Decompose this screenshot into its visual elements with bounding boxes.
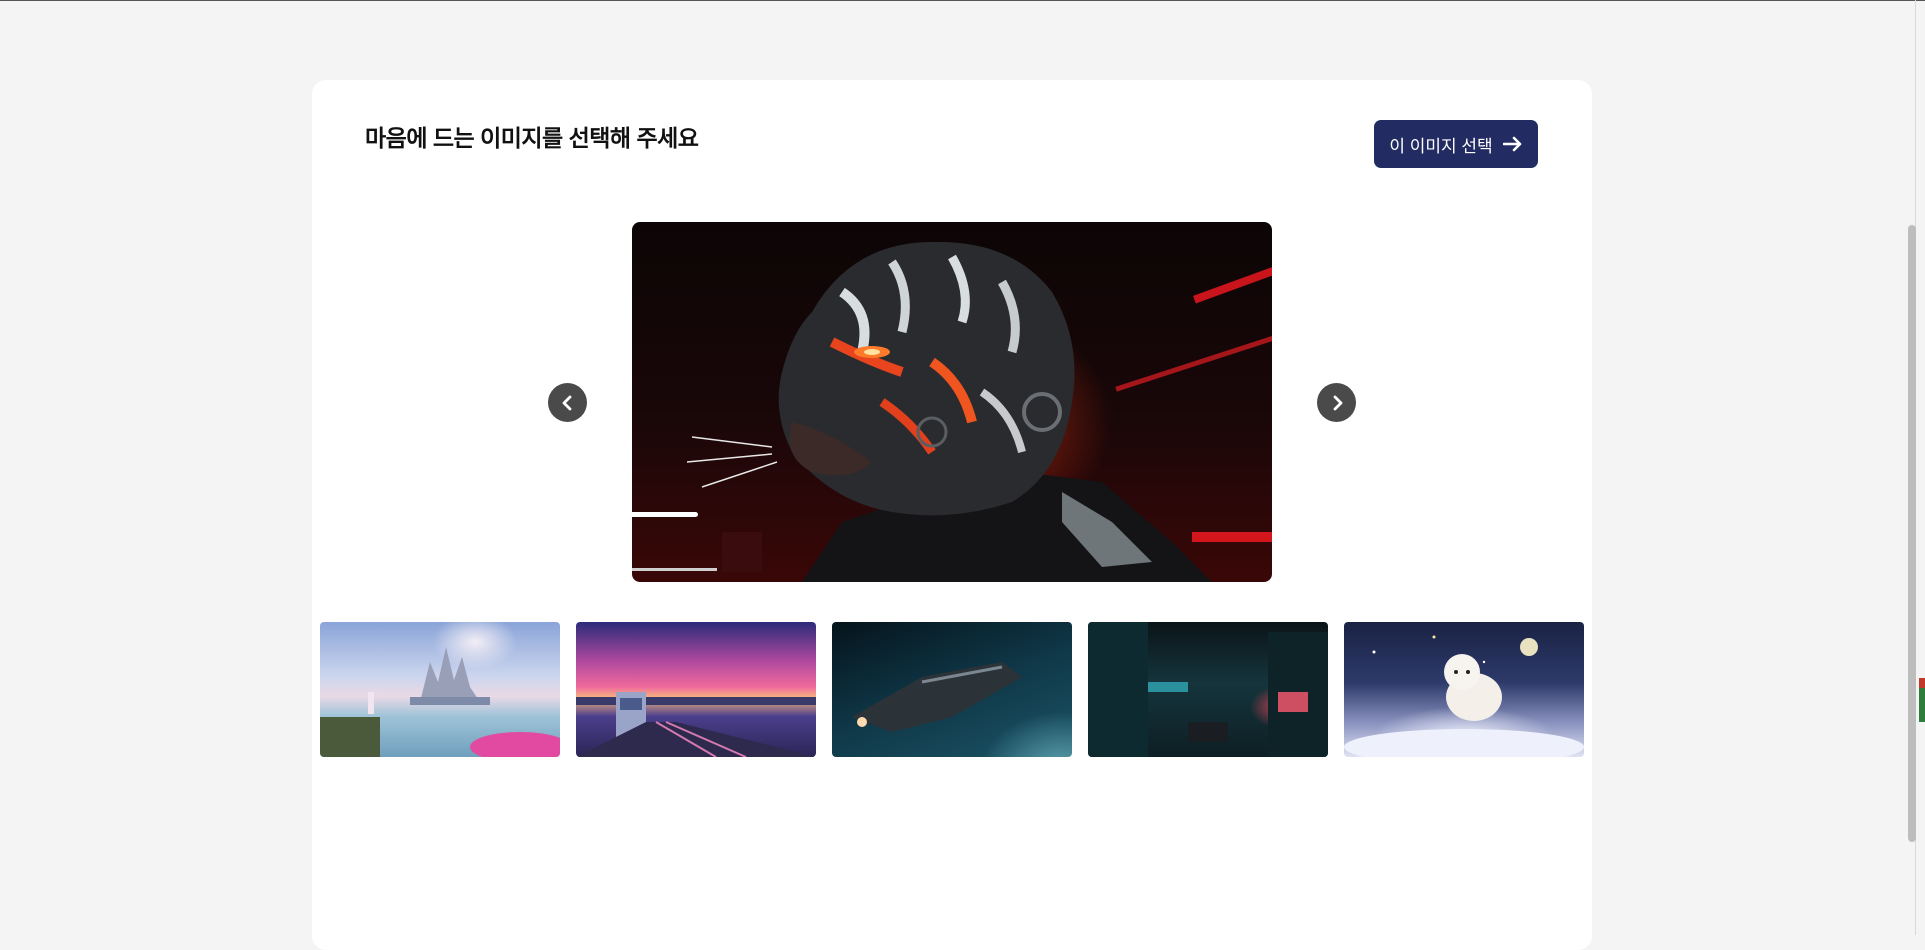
carousel-progress-indicator xyxy=(632,512,698,517)
tiger-illustration xyxy=(686,241,1272,582)
neon-city-illustration xyxy=(1088,622,1328,757)
carousel-prev-button[interactable] xyxy=(548,383,587,422)
train-illustration xyxy=(576,692,816,757)
arrow-right-icon xyxy=(1502,136,1521,152)
castle-illustration xyxy=(320,647,560,757)
window-top-border xyxy=(0,0,1925,1)
image-selection-panel: 마음에 드는 이미지를 선택해 주세요 이 이미지 선택 xyxy=(312,80,1592,950)
edge-indicator-red xyxy=(1919,678,1925,688)
chevron-right-icon xyxy=(1333,395,1342,410)
thumbnail-spaceship[interactable] xyxy=(832,622,1072,757)
thumbnail-castle[interactable] xyxy=(320,622,560,757)
image-carousel xyxy=(632,222,1272,582)
thumbnail-train[interactable] xyxy=(576,622,816,757)
thumbnail-neon-city[interactable] xyxy=(1088,622,1328,757)
select-image-button[interactable]: 이 이미지 선택 xyxy=(1374,120,1538,168)
puppy-illustration xyxy=(1344,635,1584,757)
page-title: 마음에 드는 이미지를 선택해 주세요 xyxy=(365,125,699,151)
thumbnail-puppy[interactable] xyxy=(1344,622,1584,757)
chevron-left-icon xyxy=(562,395,571,410)
thumbnail-strip xyxy=(320,622,1584,757)
main-preview-image[interactable] xyxy=(632,222,1272,582)
scrollbar-thumb[interactable] xyxy=(1908,225,1916,842)
carousel-next-button[interactable] xyxy=(1317,383,1356,422)
select-image-button-label: 이 이미지 선택 xyxy=(1389,136,1493,156)
carousel-progress-track xyxy=(632,568,717,571)
spaceship-illustration xyxy=(852,662,1022,732)
